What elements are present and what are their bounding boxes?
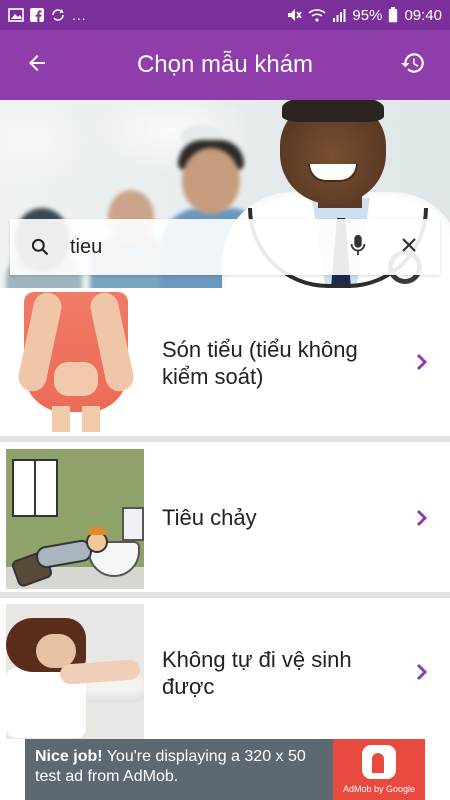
thumbnail-face — [36, 634, 76, 668]
battery-icon — [388, 7, 398, 23]
hero-bg-person — [182, 148, 240, 214]
ad-banner[interactable]: Nice job! You're displaying a 320 x 50 t… — [25, 739, 425, 800]
close-icon — [401, 237, 417, 258]
thumbnail-man-body — [34, 538, 94, 570]
thumbnail-toilet-tank — [122, 507, 144, 541]
admob-icon — [362, 745, 396, 779]
back-arrow-icon — [25, 51, 49, 80]
ad-caption: AdMob by Google — [342, 784, 416, 794]
list-item-label: Són tiểu (tiểu không kiểm soát) — [162, 337, 358, 389]
wifi-icon — [308, 8, 326, 22]
admob-logo: AdMob by Google — [333, 739, 425, 800]
battery-percent: 95% — [352, 6, 383, 24]
gallery-icon — [8, 8, 24, 22]
back-button[interactable] — [0, 30, 74, 100]
app-bar: Chọn mẫu khám — [0, 30, 450, 100]
chevron-right-icon — [410, 506, 434, 530]
status-right: 95% 09:40 — [286, 7, 442, 24]
list-item-thumbnail — [6, 449, 144, 589]
doctor-hair — [282, 100, 384, 122]
search-icon — [10, 237, 70, 257]
status-left: ... — [8, 7, 87, 23]
list-item-label: Không tự đi vệ sinh được — [162, 647, 352, 699]
search-bar — [10, 219, 440, 275]
sync-icon — [50, 8, 66, 22]
list-item-thumbnail — [6, 604, 144, 739]
thumbnail-leg — [52, 406, 70, 432]
thumbnail-leg — [82, 406, 100, 432]
chevron-right-icon — [410, 660, 434, 684]
list-item[interactable]: Không tự đi vệ sinh được — [0, 598, 450, 739]
history-icon — [400, 50, 426, 81]
status-time: 09:40 — [404, 6, 442, 24]
search-input[interactable] — [70, 227, 338, 267]
status-bar: ... 95% 09:40 — [0, 0, 450, 30]
ad-text: Nice job! You're displaying a 320 x 50 t… — [25, 739, 333, 800]
ad-headline: Nice job! — [35, 748, 103, 765]
thumbnail-man-hair — [88, 527, 106, 535]
thumbnail-window — [12, 459, 58, 517]
list-item-label: Tiêu chảy — [162, 505, 257, 530]
thumbnail-hands — [54, 362, 98, 396]
status-more-dots: ... — [72, 7, 87, 23]
signal-icon — [332, 8, 346, 22]
history-button[interactable] — [376, 30, 450, 100]
page-title: Chọn mẫu khám — [136, 51, 314, 78]
chevron-right-icon — [410, 350, 434, 374]
microphone-icon — [349, 234, 367, 261]
mute-icon — [286, 7, 303, 23]
list-item[interactable]: Tiêu chảy — [0, 442, 450, 592]
list-item-thumbnail — [6, 292, 144, 432]
voice-search-button[interactable] — [338, 234, 378, 261]
clear-search-button[interactable] — [378, 237, 440, 258]
list-item[interactable]: Són tiểu (tiểu không kiểm soát) — [0, 288, 450, 436]
facebook-icon — [30, 8, 44, 22]
